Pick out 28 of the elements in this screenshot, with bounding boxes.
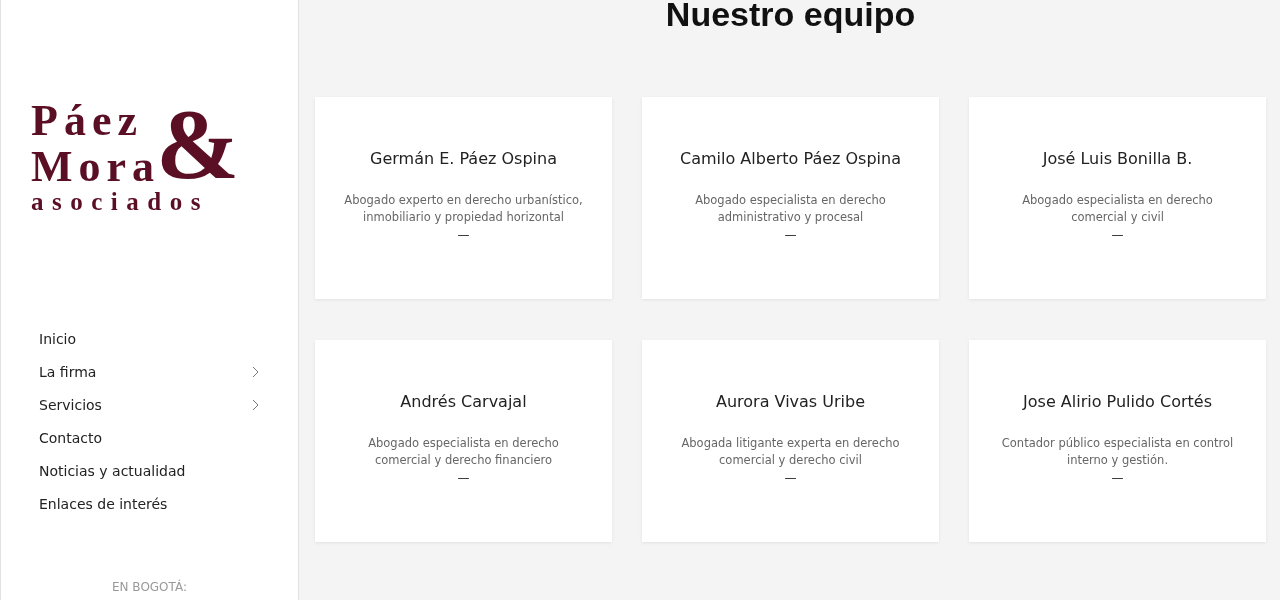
nav-link[interactable]: Enlaces de interés [39,487,260,520]
member-name: Aurora Vivas Uribe [715,392,865,411]
dash-separator: — [1111,228,1124,242]
chevron-right-icon [252,365,260,378]
member-role: Abogado especialista en derecho comercial y civil [1021,192,1214,226]
member-role: Contador público especialista en control interno y gestión. [1000,435,1235,469]
member-name: Jose Alirio Pulido Cortés [1023,392,1212,411]
dash-separator: — [457,228,470,242]
dash-separator: — [457,471,470,485]
member-role: Abogado experto en derecho urbanístico, inmobiliario y propiedad horizontal [343,192,584,226]
chevron-right-icon [252,398,260,411]
member-name: José Luis Bonilla B. [1042,149,1193,168]
member-name: Andrés Carvajal [400,392,527,411]
member-role: Abogada litigante experta en derecho comercial y derecho civil [680,435,901,469]
nav-link[interactable]: Contacto [39,421,260,454]
dash-separator: — [784,471,797,485]
dash-separator: — [1111,471,1124,485]
nav-link[interactable]: Inicio [39,322,260,355]
nav-link[interactable]: Noticias y actualidad [39,454,260,487]
page-title: Nuestro equipo [665,0,916,35]
member-role: Abogado especialista en derecho administrativo y procesal [694,192,887,226]
nav-link[interactable]: Servicios [39,388,260,421]
location-heading: EN BOGOTÁ: [111,580,188,594]
dash-separator: — [784,228,797,242]
member-name: Germán E. Páez Ospina [370,149,557,168]
member-role: Abogado especialista en derecho comercial y derecho financiero [367,435,560,469]
nav-link[interactable]: La firma [39,355,260,388]
member-name: Camilo Alberto Páez Ospina [680,149,901,168]
